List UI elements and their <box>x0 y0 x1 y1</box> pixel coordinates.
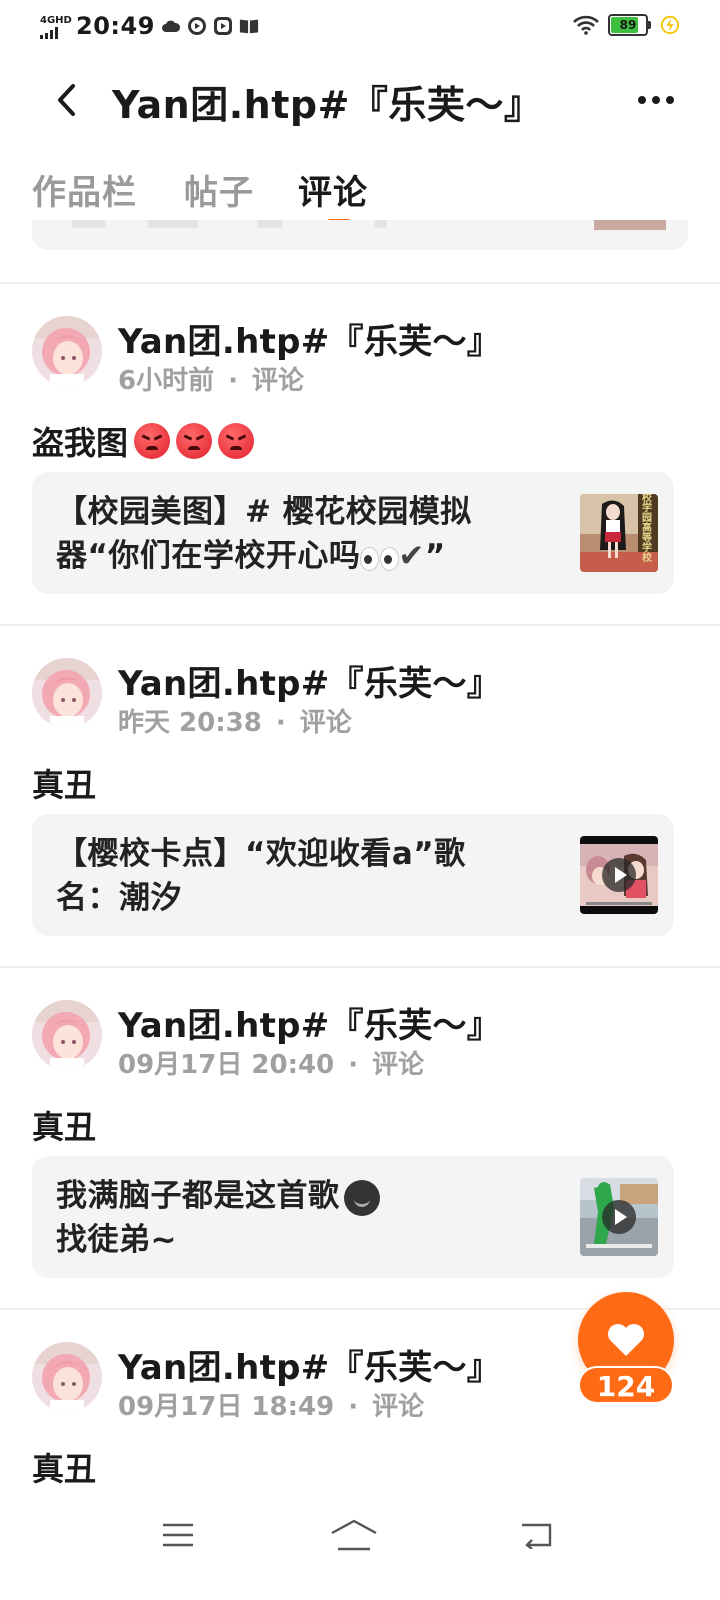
thumbnail-caption: 校学园高等学校 <box>642 494 652 564</box>
tab-comments[interactable]: 评论 <box>298 165 368 214</box>
tab-works[interactable]: 作品栏 <box>32 165 137 214</box>
post-type: 评论 <box>299 708 352 738</box>
home-button[interactable] <box>324 1510 384 1560</box>
more-button[interactable] <box>632 80 680 120</box>
media-icon <box>187 16 207 36</box>
status-time: 20:49 <box>76 12 155 40</box>
video-thumbnail <box>580 1178 658 1256</box>
back-button[interactable] <box>46 78 86 122</box>
back-nav-button[interactable] <box>508 1510 568 1560</box>
tab-posts[interactable]: 帖子 <box>184 165 254 214</box>
comment-text-row: 真丑 <box>32 1102 96 1148</box>
referenced-post-card[interactable]: 我满脑子都是这首歌 找徒弟~ <box>32 1156 674 1278</box>
battery-level: 89 <box>619 18 637 32</box>
meta-dot: · <box>348 1392 359 1422</box>
signal-icon <box>40 26 70 39</box>
charging-icon <box>660 15 680 35</box>
menu-button[interactable] <box>148 1510 208 1560</box>
eyes-icon <box>360 546 400 571</box>
partial-card-thumbnail <box>594 220 666 230</box>
card-line-2: 名：潮汐 <box>56 880 182 916</box>
meta-dot: · <box>348 1050 359 1080</box>
comment-text: 真丑 <box>32 766 97 804</box>
return-icon <box>522 1523 552 1549</box>
more-dot-icon <box>666 96 674 104</box>
partial-card-text <box>72 220 492 228</box>
status-bar: 4GHD 20:49 89 <box>0 0 720 56</box>
author-name[interactable]: Yan团.htp#『乐芙～』 <box>118 314 501 363</box>
post-meta: 09月17日 20:40 · 评论 <box>118 1044 424 1081</box>
card-line-2-tail: ” <box>424 538 446 574</box>
post-thumbnail: 校学园高等学校 <box>580 494 658 572</box>
network-type: 4GHD <box>40 14 72 26</box>
comment-text: 盗我图 <box>32 424 129 462</box>
comment-text: 真丑 <box>32 1450 97 1488</box>
check-icon: ✔ <box>398 538 425 574</box>
more-dot-icon <box>638 96 646 104</box>
comment-text-row: 真丑 <box>32 760 96 806</box>
post-time: 09月17日 20:40 <box>118 1050 335 1080</box>
partial-post-card[interactable] <box>32 220 688 250</box>
home-icon <box>331 1519 377 1551</box>
post-meta: 09月17日 18:49 · 评论 <box>118 1386 424 1423</box>
menu-icon <box>163 1523 193 1547</box>
card-line-1-row: 我满脑子都是这首歌 <box>56 1174 546 1218</box>
smirk-face-icon <box>343 1179 380 1216</box>
page-title: Yan团.htp#『乐芙～』 <box>112 83 543 127</box>
post-time: 昨天 20:38 <box>118 708 262 738</box>
play-icon <box>602 1200 636 1234</box>
post-time: 09月17日 18:49 <box>118 1392 335 1422</box>
card-line-1: 【校园美图】# 樱花校园模拟 <box>56 494 472 530</box>
heart-icon <box>608 1324 644 1356</box>
angry-face-icon <box>218 423 255 459</box>
more-dot-icon <box>652 96 660 104</box>
card-line-1: 【樱校卡点】“欢迎收看a”歌 <box>56 836 466 872</box>
network-indicator: 4GHD <box>40 14 72 39</box>
book-icon <box>239 16 259 36</box>
post-type: 评论 <box>251 366 304 396</box>
comment-text: 真丑 <box>32 1108 97 1146</box>
chevron-left-icon <box>58 84 75 116</box>
video-thumbnail <box>580 836 658 914</box>
cloud-icon <box>161 16 181 36</box>
like-count: 124 <box>578 1366 674 1404</box>
referenced-post-title: 【樱校卡点】“欢迎收看a”歌 名：潮汐 <box>56 832 546 920</box>
avatar[interactable] <box>32 316 102 386</box>
post-meta: 6小时前 · 评论 <box>118 360 304 397</box>
referenced-post-card[interactable]: 【樱校卡点】“欢迎收看a”歌 名：潮汐 <box>32 814 674 936</box>
wifi-icon <box>572 15 600 35</box>
referenced-post-title: 我满脑子都是这首歌 找徒弟~ <box>56 1174 546 1262</box>
post-type: 评论 <box>372 1392 425 1422</box>
divider <box>0 966 720 968</box>
post-meta: 昨天 20:38 · 评论 <box>118 702 352 739</box>
avatar[interactable] <box>32 1000 102 1070</box>
angry-face-icon <box>176 423 213 459</box>
avatar[interactable] <box>32 1342 102 1412</box>
post-type: 评论 <box>372 1050 425 1080</box>
referenced-post-title: 【校园美图】# 樱花校园模拟 器“你们在学校开心吗 ✔” <box>56 490 546 578</box>
post-time: 6小时前 <box>118 366 215 396</box>
card-line-2-row: 器“你们在学校开心吗 ✔” <box>56 534 546 578</box>
divider <box>0 624 720 626</box>
media-icon <box>213 16 233 36</box>
card-line-1: 我满脑子都是这首歌 <box>56 1178 340 1214</box>
divider <box>0 282 720 284</box>
system-nav-bar <box>0 1500 720 1600</box>
card-line-2: 找徒弟~ <box>56 1222 177 1258</box>
battery-icon: 89 <box>608 14 651 36</box>
angry-face-icon <box>134 423 171 459</box>
avatar[interactable] <box>32 658 102 728</box>
card-line-2: 器“你们在学校开心吗 <box>56 538 361 574</box>
author-name[interactable]: Yan团.htp#『乐芙～』 <box>118 1340 501 1389</box>
author-name[interactable]: Yan团.htp#『乐芙～』 <box>118 998 501 1047</box>
comment-text-row: 盗我图 <box>32 418 255 464</box>
play-icon <box>602 858 636 892</box>
comment-text-row: 真丑 <box>32 1444 96 1490</box>
author-name[interactable]: Yan团.htp#『乐芙～』 <box>118 656 501 705</box>
meta-dot: · <box>228 366 238 396</box>
header: Yan团.htp#『乐芙～』 <box>0 60 720 140</box>
referenced-post-card[interactable]: 【校园美图】# 樱花校园模拟 器“你们在学校开心吗 ✔” 校学园高等学校 <box>32 472 674 594</box>
meta-dot: · <box>275 708 286 738</box>
